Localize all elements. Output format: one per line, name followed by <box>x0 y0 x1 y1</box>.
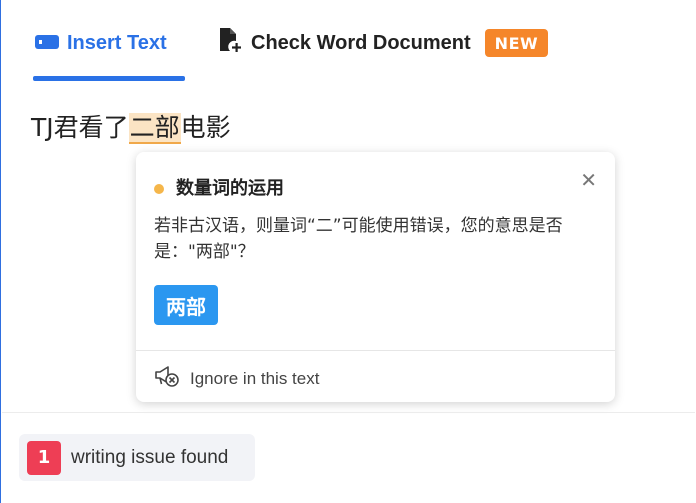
issues-summary-button[interactable]: 1 writing issue found <box>19 434 255 481</box>
issue-count-badge: 1 <box>27 440 61 475</box>
app-frame: Insert Text Check Word Document NEW TJ君看… <box>0 0 695 503</box>
suggestion-popup: 数量词的运用 ✕ 若非古汉语，则量词“二”可能使用错误，您的意思是否是："两部"… <box>136 152 615 402</box>
tab-bar: Insert Text Check Word Document NEW <box>1 0 696 82</box>
dot-icon <box>154 184 164 194</box>
suggestion-button[interactable]: 两部 <box>154 285 218 325</box>
popup-header: 数量词的运用 <box>154 174 284 200</box>
ignore-button[interactable]: Ignore in this text <box>154 364 319 393</box>
tab-check-word-document[interactable]: Check Word Document NEW <box>217 27 549 59</box>
megaphone-mute-icon <box>154 364 180 393</box>
popup-message: 若非古汉语，则量词“二”可能使用错误，您的意思是否是："两部"？ <box>154 216 563 262</box>
active-tab-indicator <box>33 76 185 81</box>
editor-text-before: TJ君看了 <box>31 113 129 142</box>
popup-divider <box>136 350 615 351</box>
document-add-icon <box>217 27 243 59</box>
issue-label: writing issue found <box>71 446 229 468</box>
text-editor[interactable]: TJ君看了二部电影 <box>31 110 231 146</box>
ignore-label: Ignore in this text <box>190 368 320 388</box>
tab-insert-text[interactable]: Insert Text <box>35 28 167 58</box>
new-badge: NEW <box>484 29 549 57</box>
editor-text-after: 电影 <box>180 113 231 142</box>
tab-insert-text-label: Insert Text <box>67 31 167 54</box>
tab-check-word-label: Check Word Document <box>251 31 471 54</box>
footer-divider <box>2 412 695 413</box>
popup-title: 数量词的运用 <box>176 178 284 199</box>
keyboard-bar-icon <box>35 32 59 55</box>
close-icon[interactable]: ✕ <box>580 170 597 190</box>
flagged-phrase[interactable]: 二部 <box>128 113 181 144</box>
